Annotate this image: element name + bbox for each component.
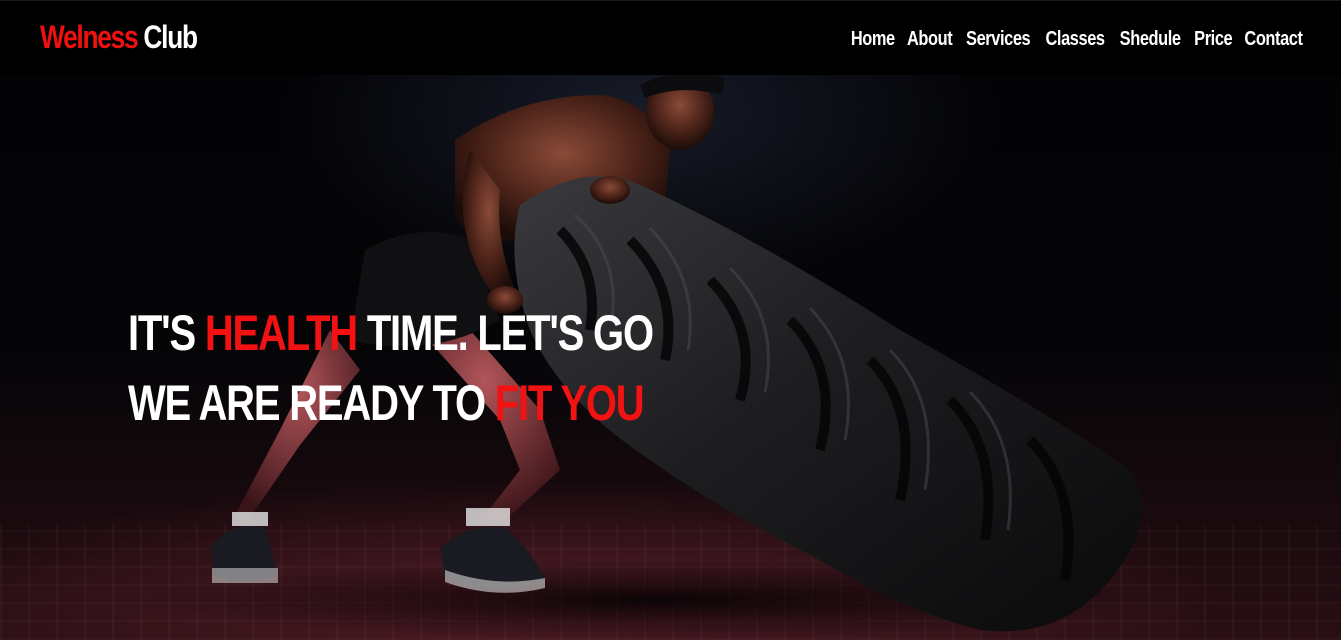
top-navbar: Welness Club Home About Services Classes… (0, 0, 1341, 75)
hero-headline-line1: IT'S HEALTH TIME. LET'S GO (128, 298, 654, 368)
line1-before: IT'S (128, 305, 205, 361)
line1-after: TIME. LET'S GO (356, 305, 654, 361)
brand-logo[interactable]: Welness Club (40, 19, 198, 56)
nav-schedule-link[interactable]: Shedule (1120, 28, 1181, 51)
nav-price-link[interactable]: Price (1194, 28, 1232, 51)
line1-highlight: HEALTH (204, 305, 358, 361)
nav-about-link[interactable]: About (907, 28, 953, 51)
nav-services-link[interactable]: Services (966, 28, 1031, 51)
line2-highlight: FIT YOU (494, 375, 645, 431)
main-nav: Home About Services Classes Shedule Pric… (846, 28, 1309, 51)
hero-headline-line2: WE ARE READY TO FIT YOU (128, 368, 653, 438)
brand-name-part1: Welness (40, 19, 139, 55)
nav-home-link[interactable]: Home (851, 28, 895, 51)
hero-headline: IT'S HEALTH TIME. LET'S GO WE ARE READY … (128, 298, 654, 438)
line2-before: WE ARE READY TO (128, 375, 495, 431)
nav-classes-link[interactable]: Classes (1046, 28, 1106, 51)
brand-name-part2: Club (143, 19, 198, 55)
nav-contact-link[interactable]: Contact (1244, 28, 1303, 51)
